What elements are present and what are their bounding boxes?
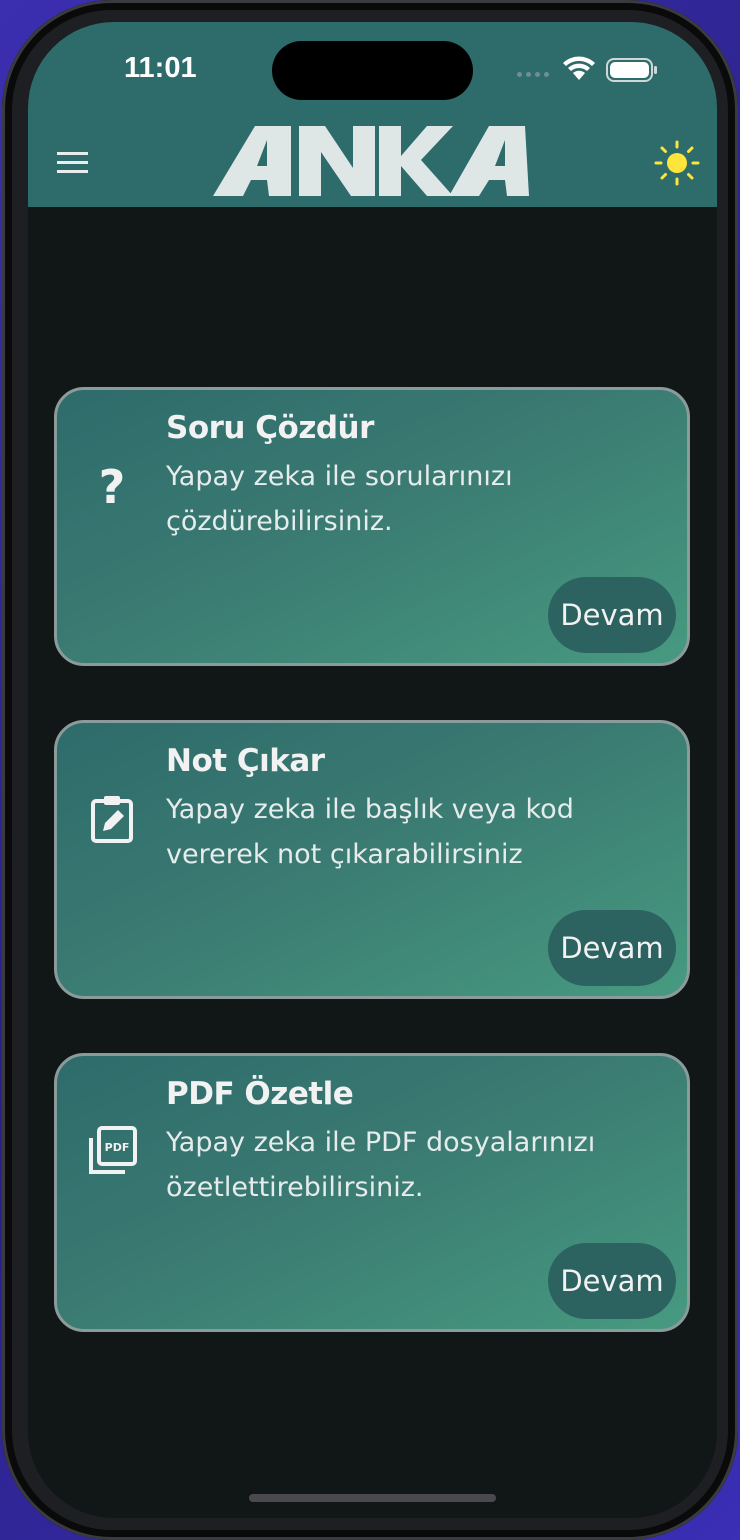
logo-text: ANKA	[531, 122, 532, 123]
status-time: 11:01	[124, 52, 197, 84]
wifi-icon	[563, 56, 595, 80]
continue-button[interactable]: Devam	[548, 1243, 676, 1319]
sun-icon[interactable]	[654, 140, 700, 186]
card-take-notes: Not Çıkar Yapay zeka ile başlık veya kod…	[54, 720, 690, 999]
phone-frame: 11:01 ? Soru Çözdür Yapay zeka ile sorul…	[2, 0, 738, 1540]
cellular-signal-icon	[517, 72, 549, 77]
card-summarize-pdf: PDF PDF Özetle Yapay zeka ile PDF dosyal…	[54, 1053, 690, 1332]
hamburger-menu-icon[interactable]	[56, 150, 90, 176]
card-solve-question: ? Soru Çözdür Yapay zeka ile sorularınız…	[54, 387, 690, 666]
battery-icon	[606, 58, 657, 82]
card-description: Yapay zeka ile başlık veya kod vererek n…	[166, 794, 574, 870]
card-title: Not Çıkar	[166, 743, 325, 779]
app-logo: ANKA	[213, 122, 531, 204]
app-header: 11:01	[28, 22, 717, 207]
home-indicator	[249, 1494, 496, 1502]
app-screen: 11:01 ? Soru Çözdür Yapay zeka ile sorul…	[28, 22, 717, 1518]
dynamic-island	[272, 41, 473, 100]
clipboard-edit-icon	[91, 796, 133, 843]
anka-logo-icon	[213, 126, 529, 196]
card-title: Soru Çözdür	[166, 410, 374, 446]
continue-button[interactable]: Devam	[548, 910, 676, 986]
question-mark-icon: ?	[98, 460, 126, 514]
continue-button[interactable]: Devam	[548, 577, 676, 653]
card-description: Yapay zeka ile PDF dosyalarınızı özetlet…	[166, 1127, 596, 1203]
pdf-stack-icon: PDF	[89, 1126, 137, 1174]
pdf-icon-label: PDF	[105, 1141, 130, 1154]
card-title: PDF Özetle	[166, 1076, 354, 1112]
card-description: Yapay zeka ile sorularınızı çözdürebilir…	[166, 461, 513, 537]
